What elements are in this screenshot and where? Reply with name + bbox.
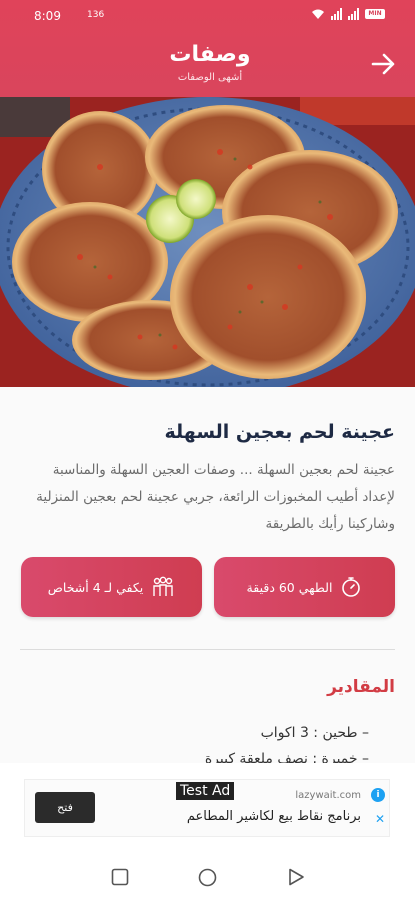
recipe-title: عجينة لحم بعجين السهلة <box>164 421 396 443</box>
recipe-screen: 8:09 136 MIN وصفات أشهى الوصفات عجينة لح… <box>0 0 415 900</box>
close-icon[interactable]: ✕ <box>375 812 385 826</box>
system-nav-bar <box>0 851 415 900</box>
serves-label: يكفي لـ 4 أشخاص <box>47 579 144 595</box>
ad-text[interactable]: برنامج نقاط بيع لكاشير المطاعم <box>187 809 361 824</box>
signal-icon-2 <box>348 8 359 20</box>
recipe-details: عجينة لحم بعجين السهلة عجينة لحم بعجين ا… <box>0 387 415 767</box>
status-icons: MIN <box>311 8 385 20</box>
status-bar: 8:09 136 MIN <box>0 0 415 32</box>
network-speed: 136 <box>87 10 105 20</box>
test-ad-label: Test Ad <box>176 782 235 800</box>
battery-icon: MIN <box>365 9 385 19</box>
recents-icon[interactable] <box>111 868 129 886</box>
recipe-description: عجينة لحم بعجين السهلة ... وصفات العجين … <box>36 462 395 532</box>
serves-chip: يكفي لـ 4 أشخاص <box>21 557 202 617</box>
ad-banner[interactable]: فتح lazywait.com برنامج نقاط بيع لكاشير … <box>0 763 415 851</box>
food-photo <box>0 97 415 387</box>
arrow-right-icon[interactable] <box>369 50 397 78</box>
ad-domain: lazywait.com <box>295 790 361 801</box>
status-time: 8:09 <box>34 9 61 23</box>
cook-time-chip: الطهي 60 دقيقة <box>214 557 395 617</box>
stopwatch-icon <box>342 577 361 597</box>
signal-icon <box>331 8 342 20</box>
back-triangle-icon[interactable] <box>288 868 305 886</box>
recipe-image <box>0 97 415 387</box>
home-icon[interactable] <box>198 868 217 887</box>
ingredient-item: – طحين : 3 اكواب <box>260 725 369 741</box>
page-subtitle: أشهى الوصفات <box>177 72 243 83</box>
ingredients-title: المقادير <box>327 677 395 697</box>
people-icon <box>153 576 173 596</box>
wifi-icon <box>312 9 324 19</box>
divider <box>20 649 395 650</box>
cook-time-label: الطهي 60 دقيقة <box>246 579 333 595</box>
app-bar: 8:09 136 MIN وصفات أشهى الوصفات <box>0 0 415 97</box>
page-header: وصفات أشهى الوصفات <box>0 32 415 97</box>
ad-open-button[interactable]: فتح <box>35 792 95 823</box>
page-title: وصفات <box>169 42 251 67</box>
info-icon[interactable]: i <box>371 788 385 802</box>
